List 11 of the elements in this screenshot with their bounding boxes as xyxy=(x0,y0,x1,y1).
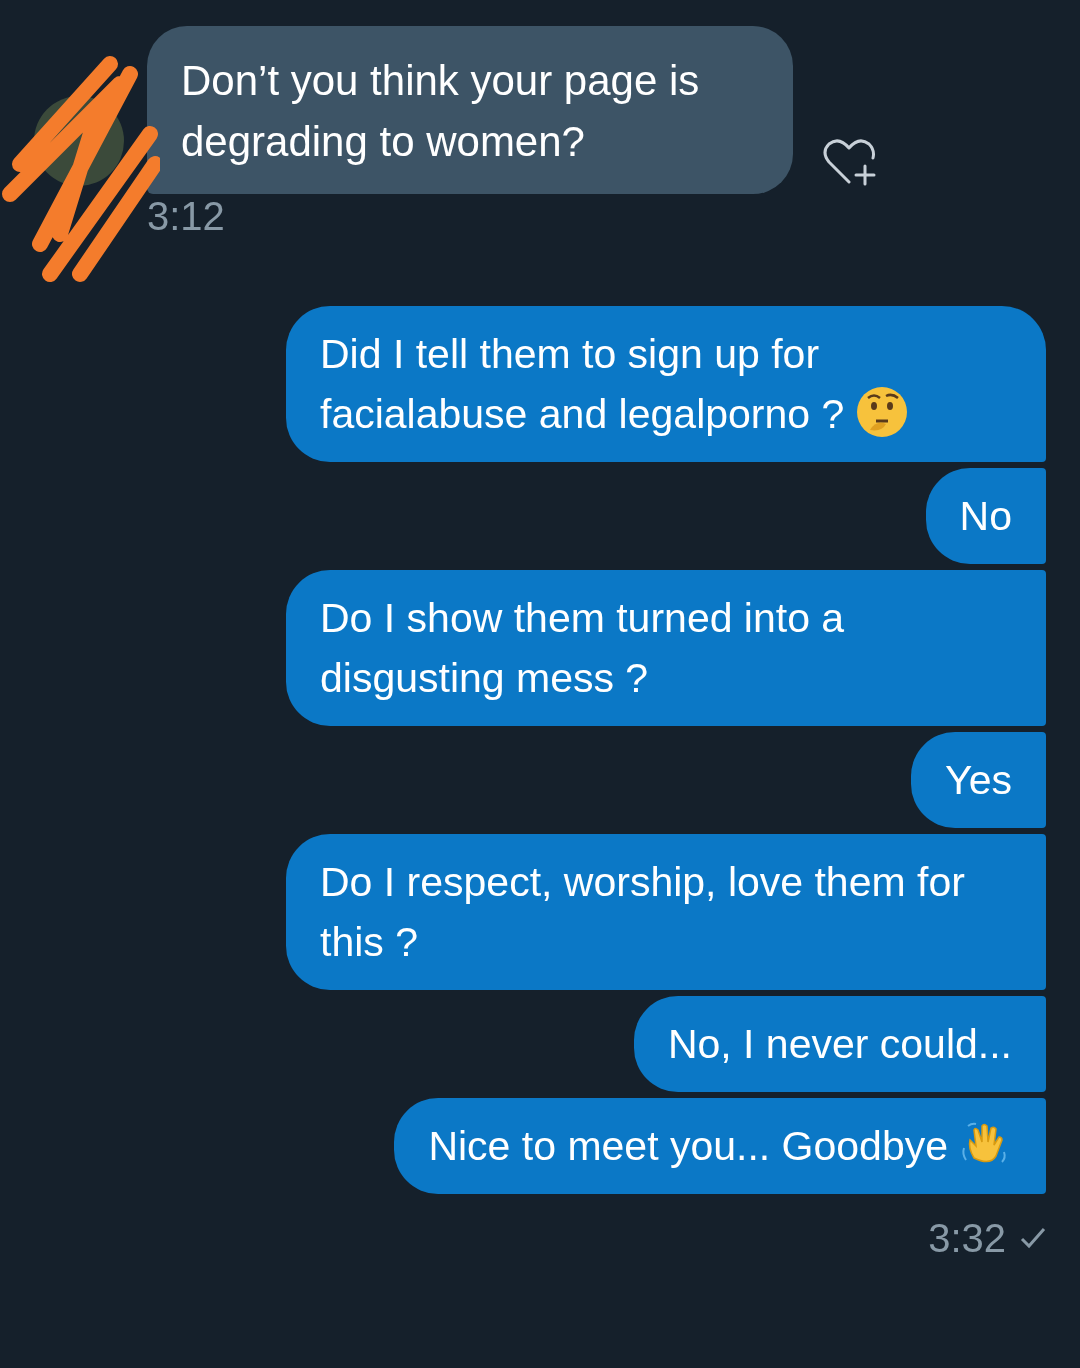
message-bubble: Do I show them turned into a disgusting mess ? xyxy=(286,570,1046,726)
message-time: 3:32 xyxy=(928,1215,1006,1262)
message-bubble: Did I tell them to sign up for facialabuse and legalporno ? xyxy=(286,306,1046,462)
message-bubble: No xyxy=(925,468,1046,564)
message-bubble: Do I respect, worship, love them for this ? xyxy=(286,834,1046,990)
message-time: 3:12 xyxy=(147,193,225,240)
message-bubble: Don’t you think your page is degrading to women? xyxy=(147,26,793,194)
message-bubble: No, I never could... xyxy=(633,996,1046,1092)
thinking-face-icon xyxy=(856,386,909,438)
message-bubble: Nice to meet you... Goodbye xyxy=(394,1098,1046,1194)
message-bubble: Yes xyxy=(911,732,1046,828)
